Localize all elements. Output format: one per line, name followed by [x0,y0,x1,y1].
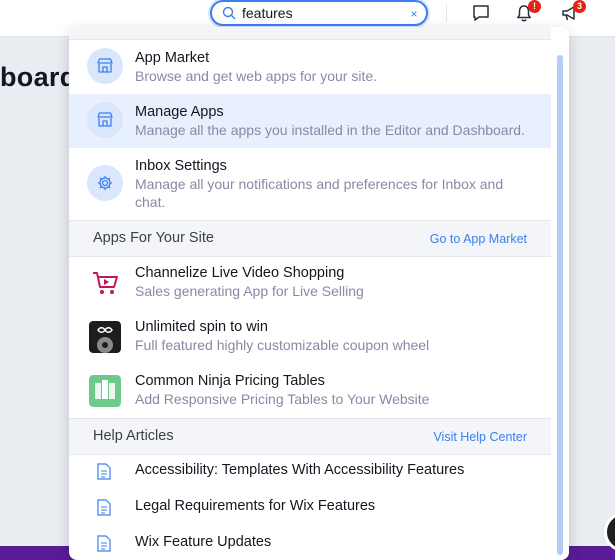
results-cutoff-header [69,27,551,40]
clear-search-button[interactable]: × [406,6,422,22]
app-spin-to-win[interactable]: Unlimited spin to win Full featured high… [69,309,551,363]
article-title: Legal Requirements for Wix Features [135,498,376,514]
app-title: Common Ninja Pricing Tables [135,373,325,389]
result-title: Inbox Settings [135,158,227,174]
article-accessibility[interactable]: Accessibility: Templates With Accessibil… [69,453,551,489]
app-title: Unlimited spin to win [135,319,268,335]
app-desc: Full featured highly customizable coupon… [135,337,430,353]
article-legal[interactable]: Legal Requirements for Wix Features [69,489,551,525]
search-input[interactable] [242,4,402,22]
result-desc: Browse and get web apps for your site. [135,68,378,84]
go-to-app-market-link[interactable]: Go to App Market [430,232,527,246]
result-title: App Market [135,50,210,66]
result-manage-apps[interactable]: Manage Apps Manage all the apps you inst… [69,94,551,148]
app-pricing-tables[interactable]: Common Ninja Pricing Tables Add Responsi… [69,363,551,417]
section-label: Apps For Your Site [93,230,214,246]
app-channelize[interactable]: Channelize Live Video Shopping Sales gen… [69,255,551,309]
store-icon [87,102,123,138]
apps-section-header: Apps For Your Site Go to App Market [69,220,551,257]
visit-help-center-link[interactable]: Visit Help Center [433,430,527,444]
scrollbar-thumb[interactable] [557,55,563,555]
result-app-market[interactable]: App Market Browse and get web apps for y… [69,40,551,94]
help-section-header: Help Articles Visit Help Center [69,418,551,455]
result-desc: Manage all your notifications and prefer… [135,176,504,210]
notifications-badge: ! [528,0,541,13]
result-desc: Manage all the apps you installed in the… [135,122,525,138]
app-desc: Sales generating App for Live Selling [135,283,364,299]
app-title: Channelize Live Video Shopping [135,265,345,281]
chat-icon[interactable] [471,3,491,23]
search-box[interactable]: × [210,0,428,26]
search-icon [222,6,236,20]
header-divider [446,4,447,22]
result-title: Manage Apps [135,104,224,120]
document-icon [97,535,111,552]
search-results-dropdown: App Market Browse and get web apps for y… [69,27,569,560]
announcements-badge: 3 [573,0,586,13]
article-title: Accessibility: Templates With Accessibil… [135,462,465,478]
store-icon [87,48,123,84]
shopping-cart-icon [93,272,118,294]
section-label: Help Articles [93,428,174,444]
document-icon [97,499,111,516]
gear-icon [87,165,123,201]
article-updates[interactable]: Wix Feature Updates [69,525,551,560]
article-title: Wix Feature Updates [135,534,272,550]
app-desc: Add Responsive Pricing Tables to Your We… [135,391,430,407]
result-inbox-settings[interactable]: Inbox Settings Manage all your notificat… [69,148,551,220]
page-title: board [0,62,77,92]
pricing-table-icon [89,375,121,407]
document-icon [97,463,111,480]
spin-wheel-icon [89,321,121,353]
